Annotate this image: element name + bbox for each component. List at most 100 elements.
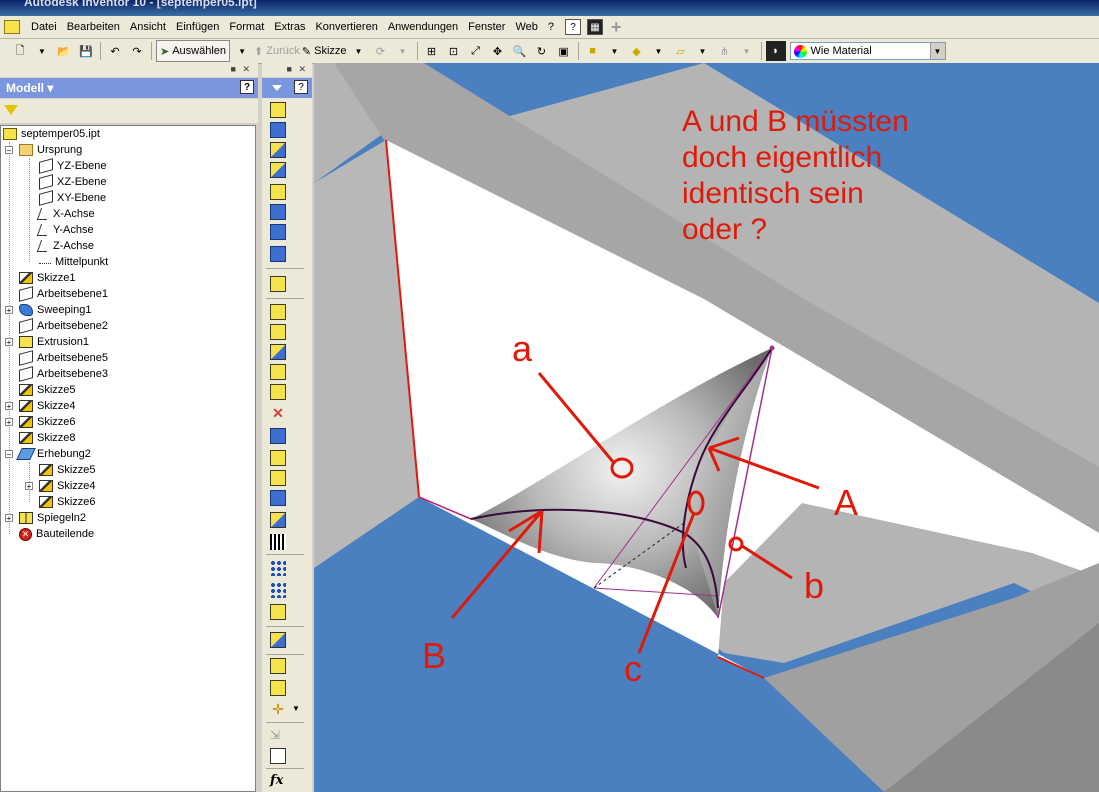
tree-item-arbeitsebene5[interactable]: Arbeitsebene5 xyxy=(19,350,108,366)
back-button[interactable]: ⬆ Zurück xyxy=(254,41,300,61)
save-icon[interactable]: 💾 xyxy=(76,41,96,61)
derived-component-icon[interactable] xyxy=(270,748,286,764)
sketch-button[interactable]: ✎ Skizze xyxy=(302,41,347,61)
collapse-icon[interactable]: − xyxy=(5,450,13,459)
sketch-dropdown-icon[interactable]: ▼ xyxy=(349,41,369,61)
browser-help-button[interactable]: ? xyxy=(240,80,254,94)
tree-item-skizze1[interactable]: Skizze1 xyxy=(19,270,76,286)
fillet-tool-icon[interactable] xyxy=(270,304,286,320)
replace-face-tool-icon[interactable] xyxy=(270,490,286,506)
expand-icon[interactable]: + xyxy=(5,514,13,523)
circular-pattern-icon[interactable] xyxy=(270,582,286,598)
undo-icon[interactable]: ↶ xyxy=(105,41,125,61)
palette-dropdown-icon[interactable] xyxy=(272,85,282,91)
appearance-icon[interactable]: ◗ xyxy=(765,41,786,61)
material-select[interactable]: Wie Material ▼ xyxy=(789,42,946,60)
tree-item-center-point[interactable]: Mittelpunkt xyxy=(39,254,108,270)
section-view-icon[interactable]: ⋔ xyxy=(715,41,735,61)
graphics-viewport[interactable]: A und B müssten doch eigentlich identisc… xyxy=(314,63,1099,792)
open-folder-icon[interactable]: 📂 xyxy=(54,41,74,61)
tree-item-z-axis[interactable]: Z-Achse xyxy=(36,238,94,254)
menu-web[interactable]: Web xyxy=(510,21,542,33)
ground-shadow-dropdown-icon[interactable]: ▼ xyxy=(693,41,713,61)
expand-icon[interactable]: + xyxy=(5,402,13,411)
tree-item-y-axis[interactable]: Y-Achse xyxy=(36,222,94,238)
section-view-dropdown-icon[interactable]: ▼ xyxy=(737,41,757,61)
tree-item-bauteilende[interactable]: ✕ Bauteilende xyxy=(19,526,94,542)
menu-format[interactable]: Format xyxy=(224,21,269,33)
move-face-tool-icon[interactable] xyxy=(270,384,286,400)
tree-item-extrusion1[interactable]: Extrusion1 xyxy=(19,334,89,350)
update-dropdown-icon[interactable]: ▼ xyxy=(393,41,413,61)
work-plane-tool-icon[interactable] xyxy=(270,658,286,674)
app-icon[interactable] xyxy=(4,20,20,34)
tree-item-erhebung2-skizze5[interactable]: Skizze5 xyxy=(39,462,96,478)
tree-item-ursprung[interactable]: Ursprung xyxy=(19,142,82,158)
tree-item-erhebung2[interactable]: Erhebung2 xyxy=(16,446,91,462)
tree-item-arbeitsebene2[interactable]: Arbeitsebene2 xyxy=(19,318,108,334)
panel-close-icon[interactable]: ■ ✕ xyxy=(231,64,252,75)
menu-extras[interactable]: Extras xyxy=(269,21,310,33)
tree-item-erhebung2-skizze6[interactable]: Skizze6 xyxy=(39,494,96,510)
rectangular-pattern-icon[interactable] xyxy=(270,560,286,576)
extrude-tool-icon[interactable] xyxy=(270,102,286,118)
new-file-icon[interactable]: 🗋 xyxy=(10,41,30,61)
camera-dropdown-icon[interactable]: ▼ xyxy=(649,41,669,61)
menu-fenster[interactable]: Fenster xyxy=(463,21,510,33)
menu-datei[interactable]: Datei xyxy=(26,21,62,33)
work-point-dropdown-icon[interactable]: ▼ xyxy=(292,704,300,713)
sweep-tool-icon[interactable] xyxy=(270,224,286,240)
palette-help-button[interactable]: ? xyxy=(294,80,308,94)
rotate-icon[interactable]: ↻ xyxy=(532,41,552,61)
tree-item-spiegeln2[interactable]: Spiegeln2 xyxy=(19,510,86,526)
tree-item-arbeitsebene3[interactable]: Arbeitsebene3 xyxy=(19,366,108,382)
menu-anwendungen[interactable]: Anwendungen xyxy=(383,21,463,33)
select-button[interactable]: ➤ Auswählen xyxy=(156,40,231,62)
browser-title[interactable]: Modell ▾ xyxy=(6,81,53,95)
hole-tool-icon[interactable] xyxy=(270,142,286,158)
tree-item-root[interactable]: septemper05.ipt xyxy=(3,126,100,142)
tree-item-skizze5[interactable]: Skizze5 xyxy=(19,382,76,398)
palette-title-bar[interactable]: ? xyxy=(262,78,312,98)
coil-tool-icon[interactable] xyxy=(270,246,286,262)
zoom-all-icon[interactable]: ⊞ xyxy=(422,41,442,61)
promote-tool-icon[interactable]: ⇲ xyxy=(270,728,286,744)
redo-icon[interactable]: ↷ xyxy=(127,41,147,61)
tree-item-skizze4[interactable]: Skizze4 xyxy=(19,398,76,414)
tree-item-skizze6[interactable]: Skizze6 xyxy=(19,414,76,430)
browser-title-bar[interactable]: Modell ▾ ? xyxy=(0,78,258,98)
menu-help[interactable]: ? xyxy=(543,21,559,33)
calculator-icon[interactable]: ▦ xyxy=(587,19,604,35)
new-dropdown-icon[interactable]: ▼ xyxy=(32,41,52,61)
expand-icon[interactable]: + xyxy=(5,338,13,347)
rib-tool-icon[interactable] xyxy=(270,184,286,200)
tree-item-xz-plane[interactable]: XZ-Ebene xyxy=(39,174,107,190)
expand-icon[interactable]: + xyxy=(25,482,33,491)
expand-icon[interactable]: + xyxy=(5,306,13,315)
zoom-icon[interactable]: ⤢ xyxy=(466,41,486,61)
sculpt-tool-icon[interactable] xyxy=(270,512,286,528)
tree-item-arbeitsebene1[interactable]: Arbeitsebene1 xyxy=(19,286,108,302)
model-canvas[interactable]: A und B müssten doch eigentlich identisc… xyxy=(314,63,1099,792)
derived-tool-icon[interactable] xyxy=(270,470,286,486)
zoom-window-icon[interactable]: ⊡ xyxy=(444,41,464,61)
tree-item-yz-plane[interactable]: YZ-Ebene xyxy=(39,158,107,174)
tree-item-skizze8[interactable]: Skizze8 xyxy=(19,430,76,446)
help-icon[interactable]: ? xyxy=(565,19,582,35)
tree-item-sweeping1[interactable]: Sweeping1 xyxy=(19,302,91,318)
decal-tool-icon[interactable] xyxy=(270,450,286,466)
surface-stitch-icon[interactable] xyxy=(270,632,286,648)
ground-shadow-icon[interactable]: ▱ xyxy=(671,41,691,61)
tree-item-erhebung2-skizze4[interactable]: Skizze4 xyxy=(39,478,96,494)
work-axis-tool-icon[interactable] xyxy=(270,680,286,696)
shell-tool-icon[interactable] xyxy=(270,162,286,178)
zoom-selected-icon[interactable]: 🔍 xyxy=(510,41,530,61)
update-icon[interactable]: ⟳ xyxy=(371,41,391,61)
loft-tool-icon[interactable] xyxy=(270,204,286,220)
chamfer-tool-icon[interactable] xyxy=(270,324,286,340)
display-mode-icon[interactable]: ■ xyxy=(583,41,603,61)
work-point-tool-icon[interactable]: ✛ xyxy=(270,702,286,718)
ipart-tool-icon[interactable] xyxy=(270,534,286,550)
parameters-fx-icon[interactable]: fx xyxy=(270,774,286,790)
delete-face-tool-icon[interactable]: ✕ xyxy=(270,406,286,422)
